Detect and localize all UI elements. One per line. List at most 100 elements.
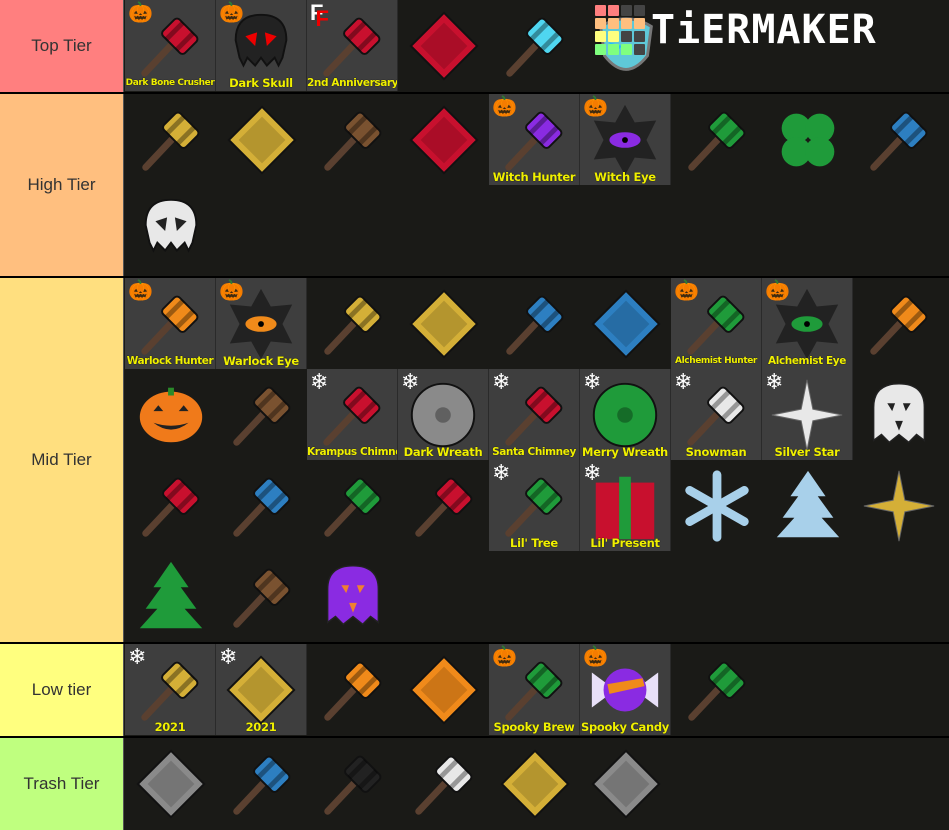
item-caption: Spooky Candy — [581, 720, 669, 734]
tier-item[interactable]: 🎃 Witch Hunter — [489, 94, 580, 185]
tier-label[interactable]: Low tier — [0, 644, 124, 736]
tier-item[interactable]: 🎃 Alchemist Hunter — [671, 278, 762, 369]
tier-item[interactable] — [307, 460, 398, 551]
tier-item[interactable] — [125, 551, 216, 642]
tier-item[interactable] — [398, 460, 489, 551]
tier-item[interactable] — [762, 460, 853, 551]
tiermaker-wordmark: TiERMAKER — [651, 7, 877, 53]
tier-item[interactable]: ❄ 2021 — [125, 644, 216, 735]
tier-item[interactable] — [216, 94, 307, 185]
tree-ice-icon — [776, 470, 839, 537]
tier-item[interactable] — [853, 369, 944, 460]
tier-item[interactable] — [398, 278, 489, 369]
tier-items — [124, 738, 949, 830]
tier-item[interactable] — [125, 738, 216, 829]
tier-item[interactable] — [125, 369, 216, 460]
item-caption: 2021 — [245, 720, 277, 734]
tier-item[interactable] — [762, 94, 853, 185]
tier-item[interactable]: 🎃 Warlock Hunter — [125, 278, 216, 369]
tier-item[interactable] — [671, 94, 762, 185]
snowflake-badge-icon: ❄ — [492, 369, 511, 394]
pumpkin-badge-icon: 🎃 — [128, 280, 153, 302]
tier-item[interactable]: ❄ Krampus Chimney — [307, 369, 398, 460]
tier-item[interactable] — [671, 644, 762, 735]
tier-row-mid-tier: Mid Tier 🎃 Warlock Hunter 🎃 Warlock Eye 🎃 A… — [0, 278, 949, 642]
tier-item[interactable] — [307, 278, 398, 369]
tier-item[interactable] — [580, 278, 671, 369]
gem-smiley-icon — [135, 748, 206, 819]
logo-square — [621, 18, 632, 29]
tier-item[interactable] — [671, 460, 762, 551]
tier-item[interactable]: 🎃 Alchemist Eye — [762, 278, 853, 369]
tier-row-trash-tier: Trash Tier — [0, 738, 949, 830]
tier-item[interactable]: 🎃 Spooky Candy — [580, 644, 671, 735]
tier-item[interactable]: ❄ Merry Wreath — [580, 369, 671, 460]
gem-red-2-icon — [408, 10, 479, 81]
tier-item[interactable] — [307, 644, 398, 735]
item-caption: 2021 — [154, 720, 186, 734]
gem-pattern-icon — [590, 748, 661, 819]
tier-item[interactable] — [489, 0, 580, 91]
tier-item[interactable]: ❄ Snowman — [671, 369, 762, 460]
logo-square — [634, 5, 645, 16]
tier-item[interactable] — [853, 278, 944, 369]
tier-item[interactable] — [580, 738, 671, 829]
tier-item[interactable]: 🎃 Spooky Brew — [489, 644, 580, 735]
tier-item[interactable] — [398, 94, 489, 185]
tier-item[interactable]: ❄ 2021 — [216, 644, 307, 735]
snowflake-badge-icon: ❄ — [674, 369, 693, 394]
tier-item[interactable]: ❄ Lil' Present — [580, 460, 671, 551]
hammer-steel-blue-icon — [232, 755, 290, 815]
tier-item[interactable]: ❄ Silver Star — [762, 369, 853, 460]
tier-list: Top Tier 🎃 Dark Bone Crusher 🎃 Dark Skull … — [0, 0, 949, 830]
tier-item[interactable] — [125, 94, 216, 185]
hammer-red-2-icon — [323, 17, 381, 77]
tier-label[interactable]: Mid Tier — [0, 278, 124, 642]
tier-item[interactable]: 🎃 Warlock Eye — [216, 278, 307, 369]
ghost-white-icon — [872, 382, 925, 443]
tier-item[interactable] — [125, 460, 216, 551]
hammer-blue-stripe-icon — [869, 111, 927, 171]
scythe-pumpkin-icon — [869, 295, 927, 355]
item-caption: Spooky Brew — [493, 720, 575, 734]
tier-item[interactable] — [125, 185, 216, 276]
item-caption: Witch Hunter — [492, 170, 576, 184]
pumpkin-badge-icon: 🎃 — [492, 646, 517, 668]
tier-item[interactable]: 🎃 Witch Eye — [580, 94, 671, 185]
tier-label[interactable]: Trash Tier — [0, 738, 124, 830]
tier-item[interactable]: 🎃 Dark Skull — [216, 0, 307, 91]
tier-item[interactable] — [489, 738, 580, 829]
hammer-nutcracker-blue-icon — [232, 477, 290, 537]
tier-item[interactable]: 🎃 Dark Bone Crusher — [125, 0, 216, 91]
tier-item[interactable] — [398, 738, 489, 829]
tier-item[interactable] — [216, 460, 307, 551]
tier-item[interactable] — [398, 644, 489, 735]
tier-item[interactable] — [307, 94, 398, 185]
tier-item[interactable]: ❄ Lil' Tree — [489, 460, 580, 551]
tier-item[interactable] — [398, 0, 489, 91]
pumpkin-badge-icon: 🎃 — [492, 96, 517, 118]
logo-square — [595, 5, 606, 16]
hammer-blue-3-icon — [505, 295, 563, 355]
tier-item[interactable]: ❄ Dark Wreath — [398, 369, 489, 460]
hammer-nutcracker-red-icon — [141, 477, 199, 537]
snowflake-badge-icon: ❄ — [765, 369, 784, 394]
tier-item[interactable] — [216, 738, 307, 829]
pumpkin-badge-icon: 🎃 — [583, 646, 608, 668]
tier-item[interactable] — [489, 278, 580, 369]
tier-item[interactable]: ❄ Santa Chimney — [489, 369, 580, 460]
tier-item[interactable] — [853, 94, 944, 185]
tier-item[interactable] — [216, 551, 307, 642]
item-caption: Warlock Hunter — [126, 355, 214, 367]
clover-icon — [781, 113, 834, 166]
tier-item[interactable] — [853, 460, 944, 551]
gem-doge-icon — [499, 748, 570, 819]
tier-item[interactable] — [307, 551, 398, 642]
tier-item[interactable]: FF 2nd Anniversary — [307, 0, 398, 91]
tier-label[interactable]: Top Tier — [0, 0, 124, 92]
tier-item[interactable] — [216, 369, 307, 460]
hammer-elf-icon — [323, 477, 381, 537]
pumpkin-badge-icon: 🎃 — [583, 96, 608, 118]
tier-item[interactable] — [307, 738, 398, 829]
tier-label[interactable]: High Tier — [0, 94, 124, 276]
